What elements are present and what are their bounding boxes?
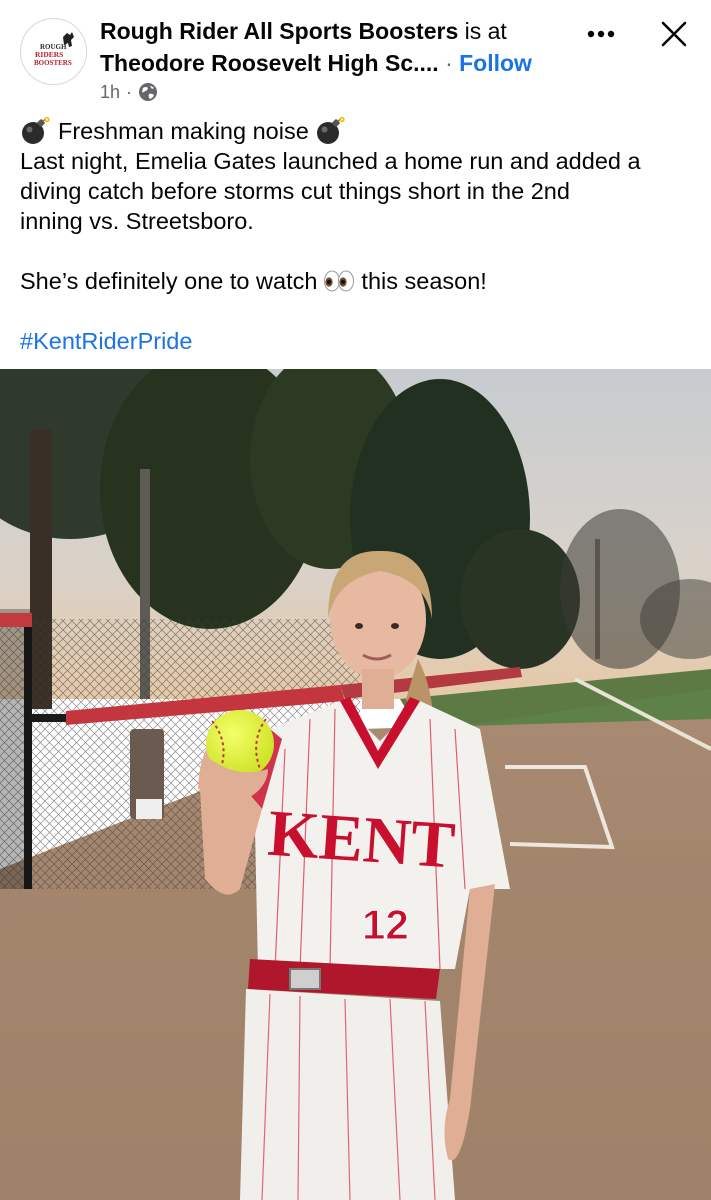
title-separator: · — [445, 50, 453, 76]
jersey-number: 12 — [362, 901, 409, 948]
author-avatar[interactable]: ROUGH RIDERS BOOSTERS — [20, 18, 87, 85]
eyes-icon — [323, 269, 355, 293]
meta-separator: · — [126, 82, 133, 102]
author-name[interactable]: Rough Rider All Sports Boosters — [100, 18, 458, 44]
body-line: inning vs. Streetsboro. — [20, 208, 254, 234]
jersey-text: KENT — [266, 797, 458, 883]
hashtag-link[interactable]: #KentRiderPride — [20, 326, 192, 356]
post-meta: 1h · — [100, 80, 158, 104]
avatar-logo-line-3: BOOSTERS — [34, 59, 72, 67]
headline-line: Freshman making noise — [20, 116, 700, 146]
title-line-1: Rough Rider All Sports Boosters is at — [100, 16, 507, 46]
facebook-post: ROUGH RIDERS BOOSTERS Rough Rider All Sp… — [0, 0, 711, 1200]
watch-text-before: She’s definitely one to watch — [20, 268, 318, 294]
bomb-icon — [315, 116, 345, 146]
post-timestamp[interactable]: 1h — [100, 80, 120, 104]
more-dots-icon — [587, 30, 615, 38]
post-body: Freshman making noise Last night, Emelia… — [20, 116, 700, 356]
bomb-icon — [20, 116, 50, 146]
headline-text: Freshman making noise — [58, 118, 309, 144]
is-at-text: is at — [464, 18, 507, 44]
avatar-logo-line-2: RIDERS — [35, 50, 63, 59]
watch-line: She’s definitely one to watch this seaso… — [20, 266, 700, 296]
follow-button[interactable]: Follow — [459, 50, 532, 76]
close-icon — [661, 21, 687, 47]
more-options-button[interactable] — [584, 22, 618, 46]
body-line: Last night, Emelia Gates launched a home… — [20, 148, 641, 174]
post-header: ROUGH RIDERS BOOSTERS Rough Rider All Sp… — [0, 0, 711, 110]
watch-text-after: this season! — [361, 268, 487, 294]
hashtag-line: #KentRiderPride — [20, 326, 700, 356]
globe-icon — [138, 82, 158, 102]
location-name[interactable]: Theodore Roosevelt High Sc.... — [100, 50, 439, 76]
title-line-2: Theodore Roosevelt High Sc.... · Follow — [100, 48, 532, 78]
post-photo[interactable]: KENT 12 — [0, 369, 711, 1200]
body-line: diving catch before storms cut things sh… — [20, 178, 570, 204]
close-button[interactable] — [656, 16, 692, 52]
